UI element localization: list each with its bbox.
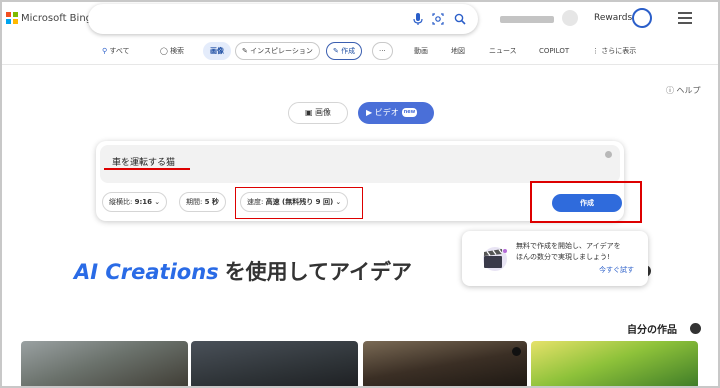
tab-news-label: ニュース <box>489 47 517 55</box>
help-icon: ⓘ <box>666 86 677 95</box>
duration-selector[interactable]: 期間: 5 秒 <box>179 192 226 212</box>
search-box[interactable] <box>88 4 478 34</box>
tab-all-label: すべて <box>109 47 130 55</box>
prompt-input[interactable]: 車を運転する猫 <box>100 145 620 183</box>
tab-copilot-label: COPILOT <box>539 47 570 55</box>
bing-logo[interactable]: Microsoft Bing <box>6 12 92 24</box>
create-icon: ✎ <box>333 47 342 55</box>
search-icon[interactable] <box>454 12 466 26</box>
inspiration-icon: ✎ <box>242 47 251 55</box>
aspect-label: 縦横比: <box>109 198 135 206</box>
tab-create-label: 作成 <box>341 47 356 55</box>
tab-map[interactable]: 地図 <box>451 41 465 61</box>
tab-news[interactable]: ニュース <box>489 41 517 61</box>
tab-more[interactable]: ⋮ さらに表示 <box>592 41 636 61</box>
aspect-ratio-dropdown[interactable]: 縦横比: 9:16 ⌄ <box>102 192 168 212</box>
clapperboard-icon <box>483 247 507 271</box>
microphone-icon[interactable] <box>412 12 424 26</box>
gallery-thumbnail[interactable] <box>191 341 358 386</box>
duration-value: 5 秒 <box>204 198 219 206</box>
rewards-badge-icon[interactable] <box>632 8 652 28</box>
search-globe-icon: ◯ <box>160 47 171 55</box>
my-works-heading[interactable]: 自分の作品 <box>627 321 677 336</box>
create-annotation-box <box>530 181 642 223</box>
help-link[interactable]: ⓘ ヘルプ <box>666 85 701 96</box>
aspect-value: 9:16 <box>134 198 153 206</box>
more-vertical-icon: ⋮ <box>592 47 602 55</box>
hero-rest: を使用してアイデア <box>224 260 413 284</box>
help-label: ヘルプ <box>676 86 701 95</box>
tab-copilot[interactable]: COPILOT <box>539 41 569 61</box>
rewards-label[interactable]: Rewards <box>594 13 632 23</box>
new-badge: new <box>401 108 418 117</box>
gallery-thumbnail[interactable] <box>363 341 527 386</box>
tab-inspiration[interactable]: ✎ インスピレーション <box>235 42 320 60</box>
tab-create[interactable]: ✎ 作成 <box>326 42 363 60</box>
play-icon[interactable] <box>512 347 521 356</box>
browser-viewport: Microsoft Bing Rewards ⚲ すべて ◯ 検索 画像 ✎ イ… <box>2 2 718 386</box>
video-icon: ▶ <box>366 108 375 117</box>
tab-map-label: 地図 <box>451 47 465 55</box>
vertical-tabs: ⚲ すべて ◯ 検索 画像 ✎ インスピレーション ✎ 作成 ··· 動画 地図… <box>2 41 718 61</box>
mode-video-button[interactable]: ▶ ビデオ new <box>358 102 434 124</box>
tab-search-label: 検索 <box>170 47 185 55</box>
mode-video-label: ビデオ <box>374 108 399 117</box>
speed-annotation-box <box>235 187 363 219</box>
tab-more-label: さらに表示 <box>601 47 637 55</box>
tab-search[interactable]: ◯ 検索 <box>160 41 184 61</box>
my-works-arrow-icon[interactable] <box>690 323 701 334</box>
tooltip-line1: 無料で作成を開始し、アイデアを <box>516 242 621 250</box>
tab-video[interactable]: 動画 <box>414 41 428 61</box>
tooltip-text: 無料で作成を開始し、アイデアを ほんの数分で実現しましょう! <box>516 241 642 263</box>
mode-image-label: 画像 <box>315 108 332 117</box>
brand-name: Microsoft Bing <box>21 12 93 24</box>
tooltip-line2: ほんの数分で実現しましょう! <box>516 253 610 261</box>
prompt-annotation-underline <box>104 168 190 170</box>
prompt-text[interactable]: 車を運転する猫 <box>112 155 175 168</box>
promo-tooltip: 無料で作成を開始し、アイデアを ほんの数分で実現しましょう! 今すぐ試す <box>462 231 648 286</box>
gallery-thumbnail[interactable] <box>21 341 188 386</box>
tab-inspiration-label: インスピレーション <box>250 47 313 55</box>
more-dots-label: ··· <box>379 47 386 55</box>
clear-icon[interactable] <box>605 151 612 158</box>
tab-images[interactable]: 画像 <box>203 42 231 60</box>
menu-icon[interactable] <box>678 12 692 24</box>
mode-image-button[interactable]: ▣ 画像 <box>288 102 348 124</box>
microsoft-logo-icon <box>6 12 18 24</box>
hero-heading: AI Creations を使用してアイデア <box>74 256 412 286</box>
chevron-down-icon: ⌄ <box>152 198 161 206</box>
more-options-button[interactable]: ··· <box>372 42 393 60</box>
duration-label: 期間: <box>186 198 205 206</box>
gallery-thumbnail[interactable] <box>531 341 698 386</box>
account-name-redacted[interactable] <box>500 16 554 23</box>
tab-images-label: 画像 <box>210 47 224 55</box>
visual-search-icon[interactable] <box>432 12 444 26</box>
tab-video-label: 動画 <box>414 47 428 55</box>
image-icon: ▣ <box>304 108 316 117</box>
avatar-icon[interactable] <box>562 10 578 26</box>
try-now-link[interactable]: 今すぐ試す <box>599 265 634 275</box>
tab-all[interactable]: ⚲ すべて <box>102 41 130 61</box>
header-divider <box>2 64 718 65</box>
hero-highlight: AI Creations <box>74 260 219 284</box>
